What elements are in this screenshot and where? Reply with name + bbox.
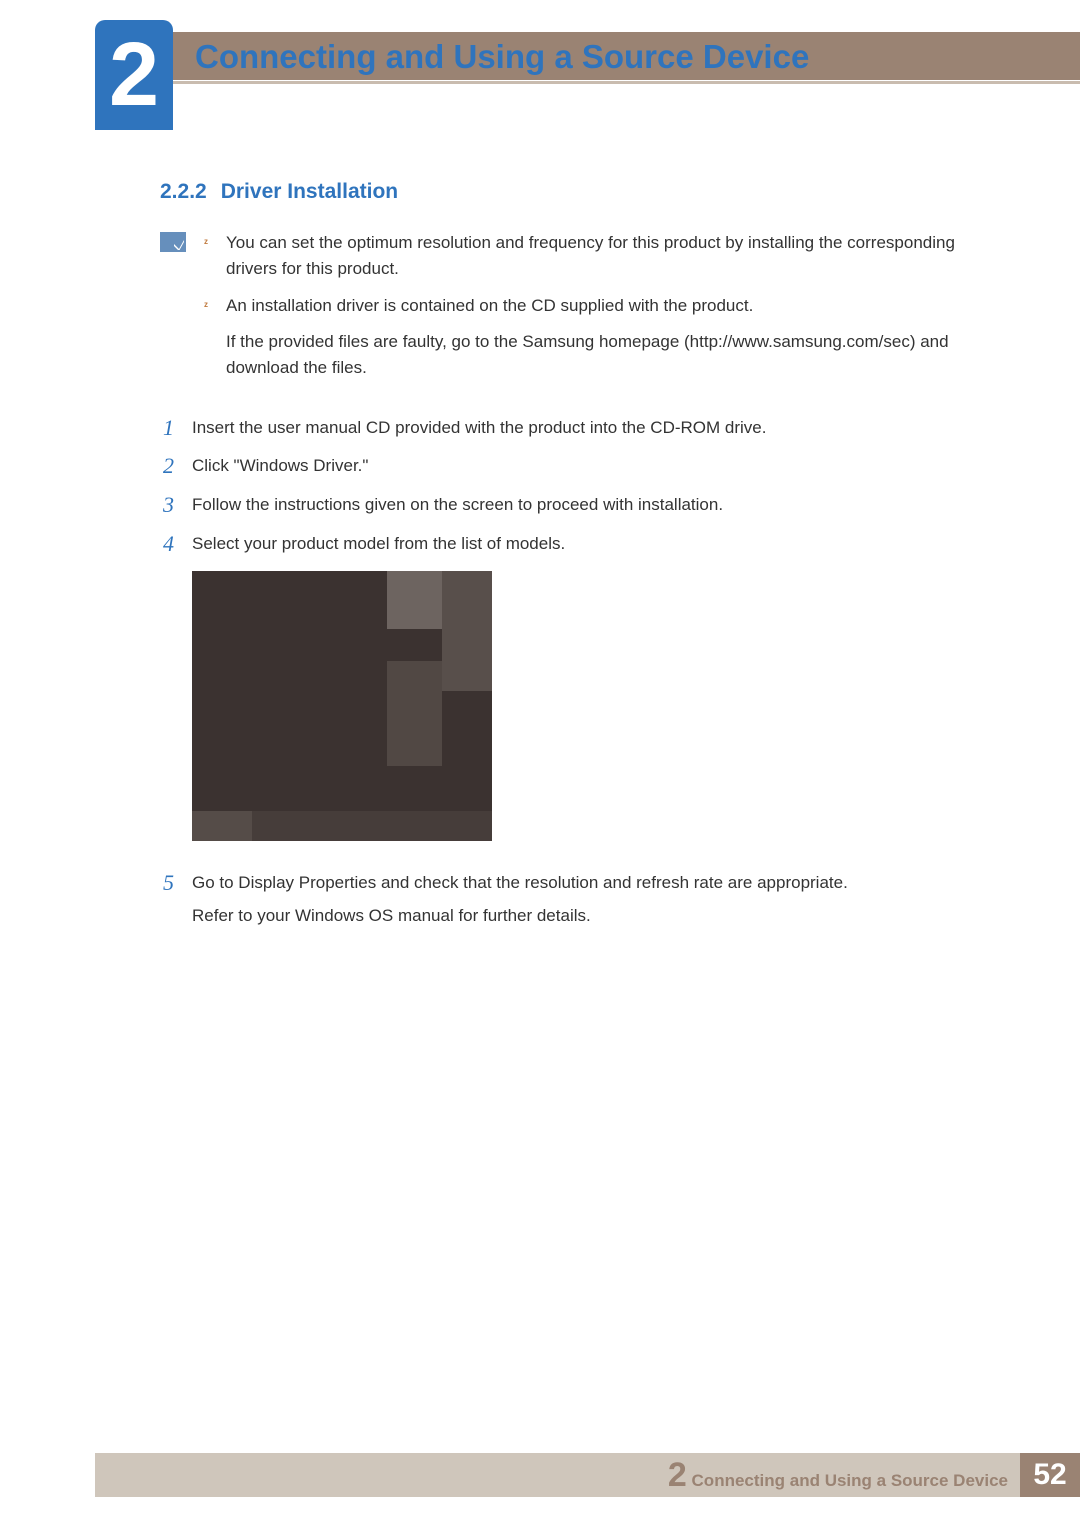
footer-bar: 2 Connecting and Using a Source Device 5… [95,1453,1080,1497]
chapter-title: Connecting and Using a Source Device [195,38,809,76]
step-item: 2 Click "Windows Driver." [158,452,980,481]
step-number: 5 [158,869,174,898]
step-item: 1 Insert the user manual CD provided wit… [158,414,980,443]
bullet-icon: z [204,236,208,248]
section-title: Driver Installation [221,180,398,204]
note-icon [160,232,186,252]
section-heading: 2.2.2 Driver Installation [160,180,980,204]
step-item: 5 Go to Display Properties and check tha… [158,869,980,929]
note-list: z You can set the optimum resolution and… [204,230,980,382]
step-body: Go to Display Properties and check that … [192,869,980,929]
step-number: 2 [158,452,174,481]
screenshot-placeholder [192,571,492,841]
step-item: 3 Follow the instructions given on the s… [158,491,980,520]
note-supplement: If the provided files are faulty, go to … [204,329,980,382]
footer-chapter-title: Connecting and Using a Source Device [692,1471,1008,1490]
step-number: 3 [158,491,174,520]
step-body: Select your product model from the list … [192,530,980,859]
step-number: 1 [158,414,174,443]
section-number: 2.2.2 [160,180,207,204]
step-text: Insert the user manual CD provided with … [192,414,980,441]
chapter-number: 2 [109,30,159,120]
page-number: 52 [1020,1453,1080,1497]
note-item: z An installation driver is contained on… [204,293,980,319]
page: 2 Connecting and Using a Source Device 2… [0,0,1080,1527]
step-item: 4 Select your product model from the lis… [158,530,980,859]
step-text: Select your product model from the list … [192,530,980,557]
note-text: An installation driver is contained on t… [226,296,753,315]
step-supplement: Refer to your Windows OS manual for furt… [192,902,980,929]
note-item: z You can set the optimum resolution and… [204,230,980,283]
note-text: You can set the optimum resolution and f… [226,233,955,278]
bullet-icon: z [204,299,208,311]
step-text: Click "Windows Driver." [192,452,980,479]
step-text: Go to Display Properties and check that … [192,869,980,896]
step-text: Follow the instructions given on the scr… [192,491,980,518]
content: 2.2.2 Driver Installation z You can set … [160,180,980,939]
steps-list: 1 Insert the user manual CD provided wit… [158,414,980,929]
footer-chapter-num: 2 [668,1456,687,1494]
step-number: 4 [158,530,174,559]
footer-chapter-ref: 2 Connecting and Using a Source Device [668,1456,1020,1495]
chapter-badge: 2 [95,20,173,130]
note-block: z You can set the optimum resolution and… [160,230,980,382]
